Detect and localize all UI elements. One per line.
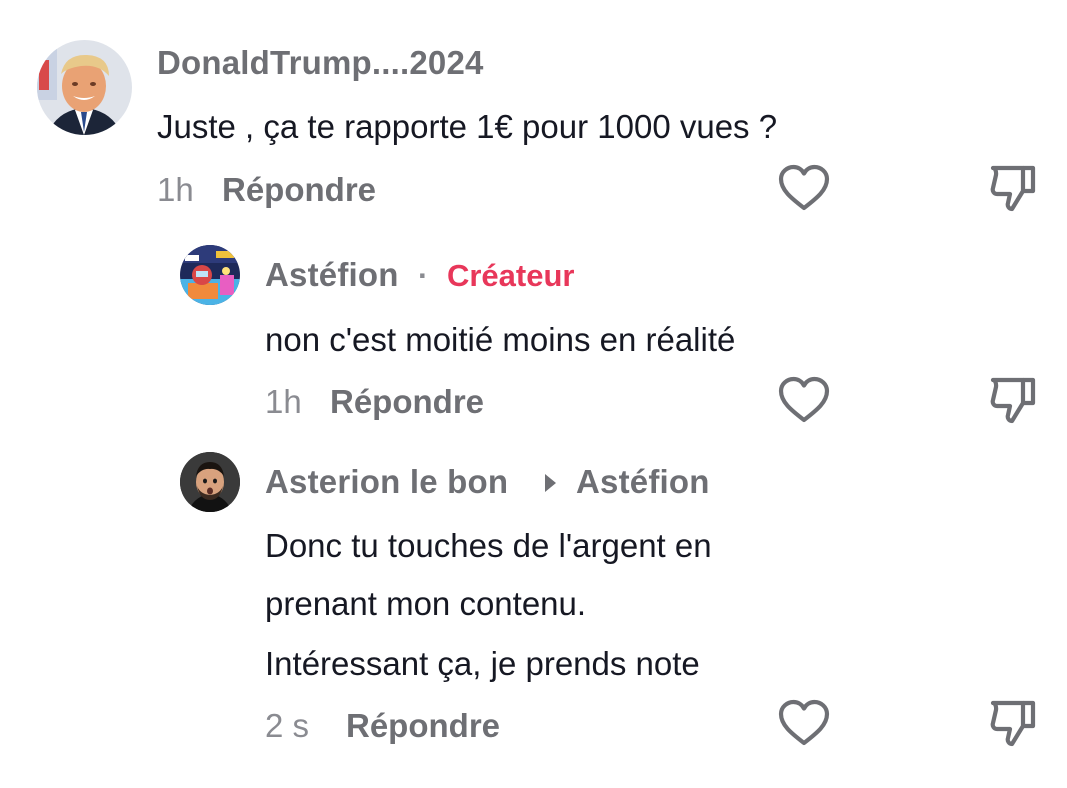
heart-outline-icon — [778, 699, 830, 746]
creator-badge-row: · Créateur — [418, 258, 574, 294]
comment-text-line: Donc tu touches de l'argent en — [265, 527, 712, 564]
separator-dot: · — [418, 258, 429, 293]
creator-badge: Créateur — [446, 258, 575, 293]
thumbs-down-outline-icon — [990, 377, 1036, 424]
comment-timestamp: 2 s — [265, 707, 310, 744]
comment-username[interactable]: DonaldTrump....2024 — [157, 44, 484, 82]
like-button[interactable] — [774, 372, 834, 428]
avatar[interactable] — [180, 245, 240, 305]
comment-item: DonaldTrump....2024 Juste , ça te rappor… — [0, 0, 1067, 220]
thumbs-down-outline-icon — [990, 700, 1036, 747]
reply-button[interactable]: Répondre — [346, 707, 500, 745]
comment-text: non c'est moitié moins en réalité — [265, 321, 736, 358]
dislike-button[interactable] — [982, 695, 1042, 751]
comment-timestamp: 1h — [265, 383, 302, 420]
reply-comment-item: Asterion le bon Astéfion Donc tu touches… — [0, 440, 1067, 788]
thumbs-down-outline-icon — [990, 165, 1036, 212]
comment-text-line: Intéressant ça, je prends note — [265, 645, 700, 682]
reply-to-username[interactable]: Astéfion — [576, 463, 710, 501]
comment-text-line: prenant mon contenu. — [265, 585, 587, 622]
heart-outline-icon — [778, 164, 830, 211]
like-button[interactable] — [774, 695, 834, 751]
avatar[interactable] — [180, 452, 240, 512]
avatar[interactable] — [37, 40, 132, 135]
comment-text: Juste , ça te rapporte 1€ pour 1000 vues… — [157, 108, 778, 145]
reply-button[interactable]: Répondre — [222, 171, 376, 209]
like-button[interactable] — [774, 160, 834, 216]
dislike-button[interactable] — [982, 160, 1042, 216]
comment-username[interactable]: Astéfion — [265, 256, 399, 294]
comment-username[interactable]: Asterion le bon — [265, 463, 508, 501]
heart-outline-icon — [778, 376, 830, 423]
reply-button[interactable]: Répondre — [330, 383, 484, 421]
dislike-button[interactable] — [982, 372, 1042, 428]
comment-timestamp: 1h — [157, 171, 194, 208]
reply-comment-item: Astéfion · Créateur non c'est moitié moi… — [0, 230, 1067, 440]
reply-to-arrow-icon — [545, 474, 556, 492]
